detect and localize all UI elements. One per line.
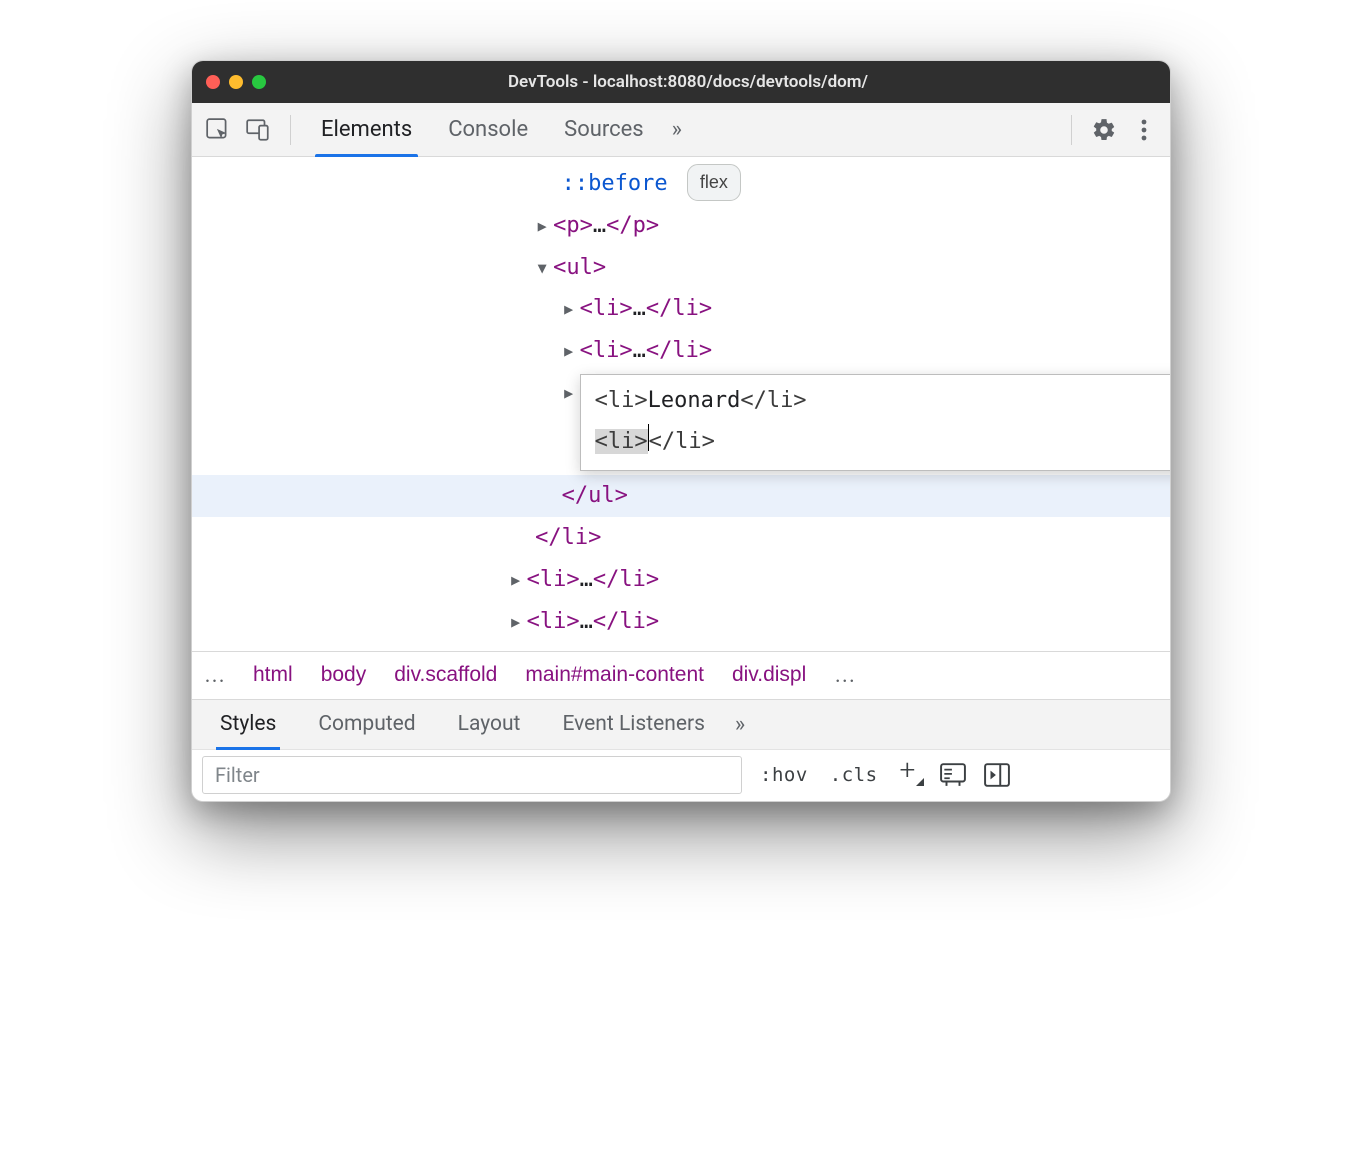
subtab-computed[interactable]: Computed xyxy=(298,700,435,749)
dom-node[interactable]: ▶<li>…</li> xyxy=(192,330,1170,372)
dom-tree[interactable]: ::before flex ▶<p>…</p> ▼<ul> ▶<li>…</li… xyxy=(192,157,1170,651)
devtools-window: DevTools - localhost:8080/docs/devtools/… xyxy=(191,60,1171,802)
breadcrumb-item[interactable]: body xyxy=(321,663,367,687)
expand-arrow-icon[interactable]: ▶ xyxy=(535,212,549,241)
flex-badge[interactable]: flex xyxy=(687,164,741,201)
toolbar-divider xyxy=(290,115,291,145)
styles-filter-input[interactable] xyxy=(202,756,742,794)
expand-arrow-icon[interactable]: ▶ xyxy=(562,337,576,366)
close-window-button[interactable] xyxy=(206,75,220,89)
dom-pseudo-before[interactable]: ::before flex xyxy=(192,163,1170,205)
expand-arrow-icon[interactable]: ▶ xyxy=(562,295,576,324)
more-tabs-icon[interactable]: » xyxy=(664,117,690,142)
collapse-arrow-icon[interactable]: ▼ xyxy=(535,254,549,283)
dom-edit-row[interactable]: ▶<li>Leonard</li> <li></li> xyxy=(192,372,1170,475)
new-style-rule-icon[interactable] xyxy=(896,760,926,791)
settings-icon[interactable] xyxy=(1086,112,1122,148)
expand-arrow-icon[interactable]: ▶ xyxy=(509,608,523,637)
breadcrumb[interactable]: … html body div.scaffold main#main-conte… xyxy=(192,651,1170,699)
expand-arrow-icon[interactable]: ▶ xyxy=(562,379,576,408)
kebab-menu-icon[interactable] xyxy=(1126,112,1162,148)
titlebar: DevTools - localhost:8080/docs/devtools/… xyxy=(192,61,1170,103)
html-edit-box[interactable]: <li>Leonard</li> <li></li> xyxy=(580,374,1171,471)
dom-node[interactable]: </li> xyxy=(192,517,1170,559)
computed-styles-icon[interactable] xyxy=(940,763,970,787)
breadcrumb-item[interactable]: html xyxy=(253,663,293,687)
device-toolbar-icon[interactable] xyxy=(240,112,276,148)
dom-node[interactable]: ▶<li>…</li> xyxy=(192,601,1170,643)
subtab-styles[interactable]: Styles xyxy=(200,700,296,749)
breadcrumb-item[interactable]: div.scaffold xyxy=(394,663,497,687)
subtab-event-listeners[interactable]: Event Listeners xyxy=(542,700,724,749)
breadcrumb-overflow-left[interactable]: … xyxy=(204,663,225,688)
toggle-classes-button[interactable]: .cls xyxy=(826,764,882,786)
breadcrumb-item[interactable]: main#main-content xyxy=(525,663,704,687)
tab-sources[interactable]: Sources xyxy=(548,103,660,156)
dom-node[interactable]: ▶<li>…</li> xyxy=(192,559,1170,601)
breadcrumb-overflow-right[interactable]: … xyxy=(834,663,855,688)
dom-node[interactable]: ▼<ul> xyxy=(192,247,1170,289)
dom-node-selected[interactable]: </ul> xyxy=(192,475,1170,517)
inspect-element-icon[interactable] xyxy=(200,112,236,148)
more-subtabs-icon[interactable]: » xyxy=(727,712,753,737)
toggle-hover-button[interactable]: :hov xyxy=(756,764,812,786)
tab-console[interactable]: Console xyxy=(432,103,544,156)
styles-tabbar: Styles Computed Layout Event Listeners » xyxy=(192,699,1170,749)
expand-arrow-icon[interactable]: ▶ xyxy=(509,566,523,595)
subtab-layout[interactable]: Layout xyxy=(438,700,541,749)
main-tabbar: Elements Console Sources » xyxy=(192,103,1170,157)
styles-filter-bar: :hov .cls xyxy=(192,749,1170,801)
dom-node[interactable]: ▶<p>…</p> xyxy=(192,205,1170,247)
window-title: DevTools - localhost:8080/docs/devtools/… xyxy=(220,72,1156,92)
toggle-sidebar-icon[interactable] xyxy=(984,763,1014,787)
dom-node[interactable]: ▶<li>…</li> xyxy=(192,288,1170,330)
tab-elements[interactable]: Elements xyxy=(305,103,428,156)
breadcrumb-item[interactable]: div.displ xyxy=(732,663,806,687)
toolbar-divider xyxy=(1071,115,1072,145)
